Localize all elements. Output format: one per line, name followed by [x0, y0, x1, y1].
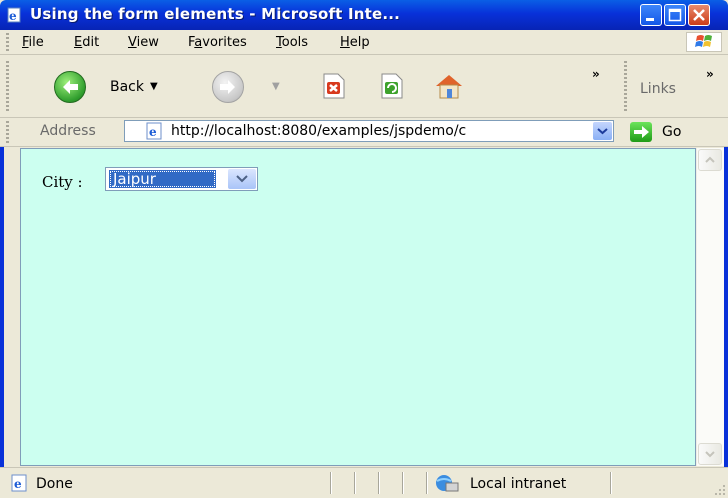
go-button[interactable]	[630, 122, 652, 142]
home-icon	[436, 75, 462, 99]
menu-help-accel: H	[340, 35, 350, 50]
city-select[interactable]: Jaipur	[105, 167, 258, 191]
menu-edit-accel: E	[74, 35, 83, 50]
status-bar: e Done Local intranet	[0, 467, 728, 498]
title-bar[interactable]: e Using the form elements - Microsoft In…	[0, 0, 728, 30]
status-divider	[426, 472, 428, 494]
zone-text: Local intranet	[470, 476, 567, 492]
maximize-icon	[668, 8, 682, 22]
menu-edit-rest: dit	[82, 35, 100, 50]
links-label[interactable]: Links	[640, 81, 676, 97]
menu-bar: File Edit View Favorites Tools Help	[0, 30, 728, 55]
resize-grip-icon[interactable]	[714, 484, 726, 496]
status-divider	[330, 472, 332, 494]
menu-favorites[interactable]: Favorites	[188, 35, 247, 50]
vertical-scrollbar[interactable]	[696, 148, 724, 466]
menu-view-accel: V	[128, 35, 137, 50]
city-select-value: Jaipur	[109, 170, 216, 188]
address-url: http://localhost:8080/examples/jspdemo/c	[171, 123, 467, 139]
svg-text:e: e	[14, 477, 22, 491]
links-chevron[interactable]: »	[706, 67, 714, 81]
windows-logo-icon	[686, 32, 722, 52]
address-grip[interactable]	[6, 121, 9, 143]
status-divider	[610, 472, 612, 494]
menu-favorites-rest: vorites	[202, 35, 247, 50]
svg-text:e: e	[149, 125, 157, 139]
address-input[interactable]: e http://localhost:8080/examples/jspdemo…	[124, 120, 614, 142]
stop-button[interactable]	[318, 71, 348, 101]
local-intranet-icon	[436, 475, 459, 492]
back-arrow-icon	[63, 80, 78, 94]
city-label: City :	[42, 173, 83, 191]
minimize-button[interactable]	[640, 4, 662, 26]
maximize-button[interactable]	[664, 4, 686, 26]
menu-edit[interactable]: Edit	[74, 35, 99, 50]
status-text: Done	[36, 476, 73, 492]
page-icon: e	[146, 122, 162, 140]
status-divider	[402, 472, 404, 494]
address-bar: Address e http://localhost:8080/examples…	[0, 118, 728, 147]
scroll-up-button[interactable]	[698, 149, 722, 171]
address-dropdown-button[interactable]	[593, 122, 612, 140]
refresh-button[interactable]	[376, 71, 406, 101]
forward-button[interactable]	[212, 71, 244, 103]
page-done-icon: e	[11, 474, 27, 492]
back-button[interactable]	[54, 71, 86, 103]
menu-file[interactable]: File	[22, 35, 44, 50]
menu-tools[interactable]: Tools	[276, 35, 308, 50]
chevron-down-icon	[597, 128, 608, 135]
windows-flag-icon	[695, 35, 712, 47]
go-arrow-icon	[634, 126, 649, 138]
menu-view[interactable]: View	[128, 35, 159, 50]
menu-view-rest: iew	[136, 35, 159, 50]
back-label[interactable]: Back	[110, 79, 144, 95]
status-divider	[378, 472, 380, 494]
chevron-down-icon	[705, 451, 715, 458]
forward-dropdown-icon[interactable]: ▼	[272, 81, 280, 92]
minimize-icon	[646, 18, 654, 21]
toolbar-chevron[interactable]: »	[592, 67, 600, 81]
menu-file-rest: ile	[28, 35, 44, 50]
address-label: Address	[40, 123, 96, 139]
status-divider	[354, 472, 356, 494]
forward-arrow-icon	[220, 80, 235, 94]
home-button[interactable]	[432, 71, 466, 101]
window-title: Using the form elements - Microsoft Inte…	[30, 5, 401, 23]
close-button[interactable]	[688, 4, 710, 26]
chevron-down-icon	[236, 175, 248, 183]
go-label[interactable]: Go	[662, 124, 681, 140]
menu-help[interactable]: Help	[340, 35, 370, 50]
menu-help-rest: elp	[349, 35, 370, 50]
page-content: City : Jaipur	[20, 148, 696, 466]
ie-page-icon: e	[7, 7, 21, 23]
refresh-icon	[381, 73, 403, 99]
menu-tools-rest: ools	[281, 35, 309, 50]
scroll-down-button[interactable]	[698, 443, 722, 465]
close-icon	[693, 9, 705, 21]
svg-text:e: e	[9, 9, 17, 23]
standard-toolbar: Back ▼ ▼ » Links »	[0, 55, 728, 118]
stop-icon	[323, 73, 345, 99]
links-grip[interactable]	[624, 61, 627, 111]
toolbar-grip[interactable]	[6, 61, 9, 111]
back-dropdown-icon[interactable]: ▼	[150, 81, 158, 92]
chevron-up-icon	[705, 156, 715, 163]
city-select-button[interactable]	[228, 169, 256, 189]
menu-grip[interactable]	[6, 33, 9, 51]
